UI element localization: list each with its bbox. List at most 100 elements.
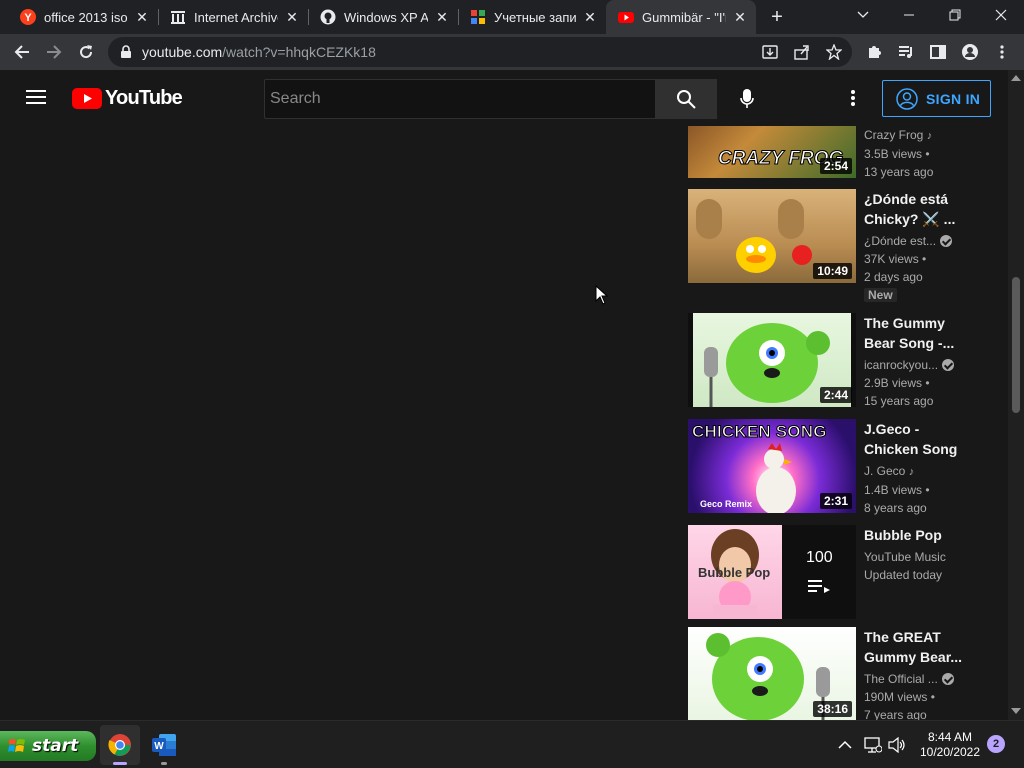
settings-more-button[interactable] bbox=[844, 89, 862, 112]
microphone-icon bbox=[740, 89, 754, 108]
volume-icon[interactable] bbox=[888, 737, 906, 753]
recommendation-item[interactable]: CRAZY FROG 2:54 Crazy Frog ♪ 3.5B views … bbox=[688, 126, 998, 179]
channel-name[interactable]: Crazy Frog ♪ bbox=[864, 126, 976, 145]
playlist-thumbnail[interactable]: Bubble Pop 100 bbox=[688, 525, 856, 619]
tab-close-icon[interactable]: ✕ bbox=[284, 9, 300, 25]
channel-name[interactable]: ¿Dónde est... bbox=[864, 232, 976, 250]
video-meta: The GREAT Gummy Bear... The Official ...… bbox=[864, 627, 976, 720]
youtube-logo[interactable]: YouTube bbox=[72, 87, 183, 110]
sign-in-label: SIGN IN bbox=[926, 90, 981, 107]
sign-in-button[interactable]: SIGN IN bbox=[882, 80, 991, 117]
youtube-masthead: YouTube Search SIGN IN bbox=[0, 70, 1008, 126]
video-title[interactable]: The GREAT Gummy Bear... bbox=[864, 627, 976, 667]
svg-text:Y: Y bbox=[24, 12, 32, 24]
tab-internet-archive[interactable]: Internet Archive ✕ bbox=[158, 0, 308, 34]
tab-github[interactable]: Windows XP ALL ✕ bbox=[308, 0, 458, 34]
video-thumbnail[interactable]: CRAZY FROG 2:54 bbox=[688, 126, 856, 178]
profile-button[interactable] bbox=[956, 38, 984, 66]
more-vert-icon bbox=[1000, 45, 1004, 59]
search-input[interactable]: Search bbox=[264, 79, 655, 119]
chrome-menu-button[interactable] bbox=[988, 38, 1016, 66]
start-button[interactable]: start bbox=[0, 731, 96, 761]
forward-button[interactable] bbox=[40, 38, 68, 66]
address-bar[interactable]: youtube.com/watch?v=hhqkCEZKk18 bbox=[108, 37, 852, 67]
tab-yandex[interactable]: Y office 2013 iso – Я ✕ bbox=[8, 0, 158, 34]
close-window-button[interactable] bbox=[978, 0, 1024, 30]
recommendation-item[interactable]: 38:16 The GREAT Gummy Bear... The Offici… bbox=[688, 627, 998, 720]
watch-page-content: CRAZY FROG 2:54 Crazy Frog ♪ 3.5B views … bbox=[0, 126, 1008, 720]
tab-title: Учетные записи bbox=[494, 9, 576, 25]
upload-age: 7 years ago bbox=[864, 708, 927, 720]
side-panel-icon bbox=[930, 45, 946, 59]
view-count: 1.4B views • bbox=[864, 483, 930, 497]
thumbnail-subtext: Geco Remix bbox=[700, 499, 753, 509]
tab-close-icon[interactable]: ✕ bbox=[134, 9, 150, 25]
more-vert-icon bbox=[851, 90, 855, 106]
video-duration: 2:44 bbox=[819, 387, 852, 403]
view-count: 2.9B views • bbox=[864, 376, 930, 390]
back-button[interactable] bbox=[8, 38, 36, 66]
reload-icon bbox=[80, 45, 93, 59]
tab-title: Windows XP ALL bbox=[344, 9, 428, 25]
notification-badge[interactable]: 2 bbox=[987, 735, 1005, 753]
channel-name[interactable]: YouTube Music bbox=[864, 548, 976, 566]
arrow-right-icon bbox=[47, 45, 62, 59]
channel-name[interactable]: icanrockyou... bbox=[864, 356, 976, 374]
tab-youtube-active[interactable]: Gummibär - "I'm ✕ bbox=[606, 0, 756, 34]
hamburger-menu-icon[interactable] bbox=[26, 89, 46, 110]
tab-close-icon[interactable]: ✕ bbox=[732, 9, 748, 25]
video-thumbnail[interactable]: 38:16 bbox=[688, 627, 856, 720]
scrollbar-thumb[interactable] bbox=[1012, 277, 1020, 413]
video-thumbnail[interactable]: CHICKEN SONG Geco Remix 2:31 bbox=[688, 419, 856, 513]
verified-icon bbox=[940, 235, 953, 247]
tab-close-icon[interactable]: ✕ bbox=[582, 9, 598, 25]
scroll-down-arrow-icon[interactable] bbox=[1011, 708, 1021, 714]
playlist-title[interactable]: Bubble Pop bbox=[864, 525, 976, 545]
video-duration: 38:16 bbox=[813, 701, 852, 717]
minimize-button[interactable] bbox=[886, 0, 932, 30]
lock-icon bbox=[121, 45, 131, 58]
upload-age: 13 years ago bbox=[864, 165, 934, 179]
bookmark-star-icon[interactable] bbox=[826, 44, 842, 60]
restore-button[interactable] bbox=[932, 0, 978, 30]
tab-close-icon[interactable]: ✕ bbox=[434, 9, 450, 25]
taskbar-chrome-app[interactable] bbox=[100, 725, 140, 765]
recommendation-item[interactable]: CHICKEN SONG Geco Remix 2:31 J.Geco - Ch… bbox=[688, 419, 998, 519]
playlist-count: 100 bbox=[806, 549, 833, 566]
tab-accounts[interactable]: Учетные записи ✕ bbox=[458, 0, 606, 34]
video-title[interactable]: ¿Dónde está Chicky? ⚔️ ... bbox=[864, 189, 976, 229]
install-app-icon[interactable] bbox=[762, 44, 778, 60]
channel-name[interactable]: J. Geco ♪ bbox=[864, 462, 976, 481]
media-controls-button[interactable] bbox=[892, 38, 920, 66]
video-meta: ¿Dónde está Chicky? ⚔️ ... ¿Dónde est...… bbox=[864, 189, 976, 304]
yandex-icon: Y bbox=[20, 9, 36, 25]
voice-search-button[interactable] bbox=[727, 79, 767, 119]
share-icon[interactable] bbox=[794, 44, 810, 60]
recommendation-item[interactable]: 2:44 The Gummy Bear Song -... icanrockyo… bbox=[688, 313, 998, 413]
video-thumbnail[interactable]: 2:44 bbox=[688, 313, 856, 407]
search-button[interactable] bbox=[655, 79, 717, 119]
page-scrollbar[interactable] bbox=[1008, 70, 1024, 720]
video-title[interactable]: The Gummy Bear Song -... bbox=[864, 313, 976, 353]
chevron-up-icon[interactable] bbox=[838, 740, 852, 750]
scroll-up-arrow-icon[interactable] bbox=[1011, 75, 1021, 81]
taskbar-word-app[interactable]: W bbox=[144, 725, 184, 765]
video-meta: J.Geco - Chicken Song J. Geco ♪ 1.4B vie… bbox=[864, 419, 976, 517]
svg-text:W: W bbox=[154, 741, 164, 752]
video-duration: 2:31 bbox=[819, 493, 852, 509]
tab-search-button[interactable] bbox=[840, 0, 886, 30]
new-tab-button[interactable]: + bbox=[766, 6, 788, 28]
playlist-item[interactable]: Bubble Pop 100 Bubble Pop YouTube Music … bbox=[688, 525, 998, 625]
video-title[interactable]: J.Geco - Chicken Song bbox=[864, 419, 976, 459]
github-icon bbox=[320, 9, 336, 25]
reload-button[interactable] bbox=[72, 38, 100, 66]
side-panel-button[interactable] bbox=[924, 38, 952, 66]
system-clock[interactable]: 8:44 AM 10/20/2022 bbox=[918, 730, 982, 760]
profile-icon bbox=[962, 44, 978, 60]
video-thumbnail[interactable]: 10:49 bbox=[688, 189, 856, 283]
channel-name[interactable]: The Official ... bbox=[864, 670, 976, 688]
recommendation-item[interactable]: 10:49 ¿Dónde está Chicky? ⚔️ ... ¿Dónde … bbox=[688, 189, 998, 307]
search-placeholder: Search bbox=[270, 90, 321, 107]
extensions-button[interactable] bbox=[860, 38, 888, 66]
network-icon[interactable] bbox=[864, 737, 882, 753]
